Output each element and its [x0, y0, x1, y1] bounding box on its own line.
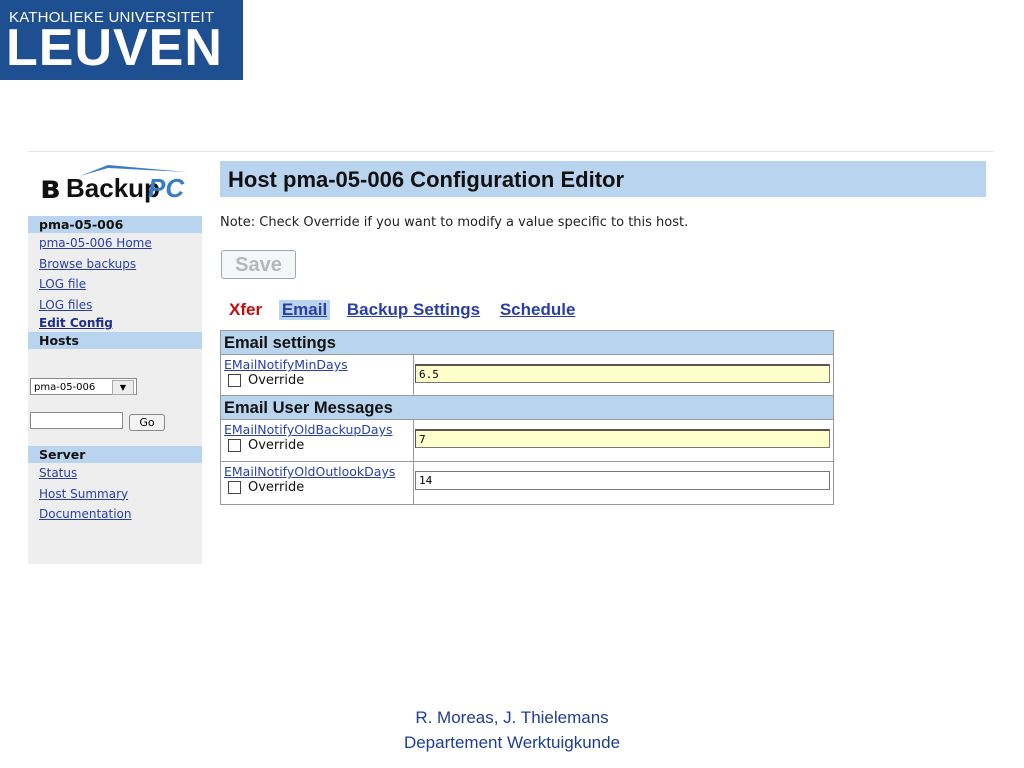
sidebar-link-documentation[interactable]: Documentation [28, 504, 202, 525]
slide-footer: R. Moreas, J. Thielemans Departement Wer… [0, 705, 1024, 755]
section-email-settings: Email settings [221, 331, 833, 355]
save-button[interactable]: Save [221, 250, 296, 279]
emailnotifymindays-input[interactable]: 6.5 [415, 364, 830, 383]
override-label: Override [248, 438, 305, 453]
logo-backup-text: Backup [66, 173, 160, 203]
config-value-cell: 7 [414, 420, 833, 461]
host-search-input[interactable] [30, 412, 123, 429]
config-value-cell: 14 [414, 462, 833, 504]
tab-xfer[interactable]: Xfer [229, 300, 265, 320]
override-checkbox[interactable] [228, 439, 241, 452]
config-name-cell: EMailNotifyOldBackupDays Override [221, 420, 414, 461]
backuppc-logo[interactable]: ʙ Backup PC [38, 162, 198, 206]
config-link-emailnotifyoldoutlookdays[interactable]: EMailNotifyOldOutlookDays [224, 464, 413, 479]
config-link-emailnotifyoldbackupdays[interactable]: EMailNotifyOldBackupDays [224, 422, 413, 437]
config-name-cell: EMailNotifyOldOutlookDays Override [221, 462, 414, 504]
tab-email[interactable]: Email [278, 300, 331, 320]
page-title: Host pma-05-006 Configuration Editor [228, 167, 625, 192]
override-checkbox[interactable] [228, 481, 241, 494]
sidebar-link-host-home[interactable]: pma-05-006 Home [28, 233, 202, 254]
tab-schedule[interactable]: Schedule [497, 300, 579, 320]
host-select-value: pma-05-006 [34, 382, 96, 393]
host-select[interactable]: pma-05-006 ▼ [30, 378, 137, 395]
override-checkbox-row[interactable]: Override [224, 480, 413, 495]
sidebar: pma-05-006 pma-05-006 Home Browse backup… [28, 216, 202, 564]
logo-b-glyph: ʙ [40, 168, 61, 206]
sidebar-link-status[interactable]: Status [28, 463, 202, 484]
sidebar-link-browse-backups[interactable]: Browse backups [28, 254, 202, 275]
go-button[interactable]: Go [129, 414, 165, 431]
config-name-cell: EMailNotifyMinDays Override [221, 355, 414, 395]
ku-leuven-logo: KATHOLIEKE UNIVERSITEIT LEUVEN [0, 0, 243, 80]
tab-backup-settings[interactable]: Backup Settings [344, 300, 483, 320]
override-checkbox[interactable] [228, 374, 241, 387]
page-title-bar: Host pma-05-006 Configuration Editor [220, 161, 986, 197]
override-checkbox-row[interactable]: Override [224, 438, 413, 453]
section-email-user-messages: Email User Messages [221, 396, 833, 420]
chevron-down-icon[interactable]: ▼ [112, 380, 134, 395]
logo-leuven-text: LEUVEN [6, 19, 223, 77]
table-row: EMailNotifyMinDays Override 6.5 [221, 355, 833, 396]
config-link-emailnotifymindays[interactable]: EMailNotifyMinDays [224, 357, 413, 372]
sidebar-link-log-file[interactable]: LOG file [28, 274, 202, 295]
footer-department: Departement Werktuigkunde [403, 733, 621, 752]
override-label: Override [248, 373, 305, 388]
sidebar-hosts-heading: Hosts [28, 332, 202, 349]
override-checkbox-row[interactable]: Override [224, 373, 413, 388]
emailnotifyoldoutlookdays-input[interactable]: 14 [415, 471, 830, 490]
sidebar-link-edit-config[interactable]: Edit Config [28, 315, 202, 332]
override-label: Override [248, 480, 305, 495]
emailnotifyoldbackupdays-input[interactable]: 7 [415, 429, 830, 448]
sidebar-link-log-files[interactable]: LOG files [28, 295, 202, 316]
config-tabs: Xfer Email Backup Settings Schedule [229, 300, 587, 320]
table-row: EMailNotifyOldBackupDays Override 7 [221, 420, 833, 462]
config-table: Email settings EMailNotifyMinDays Overri… [220, 330, 834, 505]
table-row: EMailNotifyOldOutlookDays Override 14 [221, 462, 833, 504]
sidebar-link-host-summary[interactable]: Host Summary [28, 484, 202, 505]
sidebar-host-heading: pma-05-006 [28, 216, 202, 233]
logo-pc-text: PC [148, 173, 185, 203]
divider [28, 151, 994, 152]
sidebar-server-heading: Server [28, 446, 202, 463]
override-note: Note: Check Override if you want to modi… [220, 215, 689, 230]
config-value-cell: 6.5 [414, 355, 833, 395]
footer-authors: R. Moreas, J. Thielemans [415, 708, 609, 727]
